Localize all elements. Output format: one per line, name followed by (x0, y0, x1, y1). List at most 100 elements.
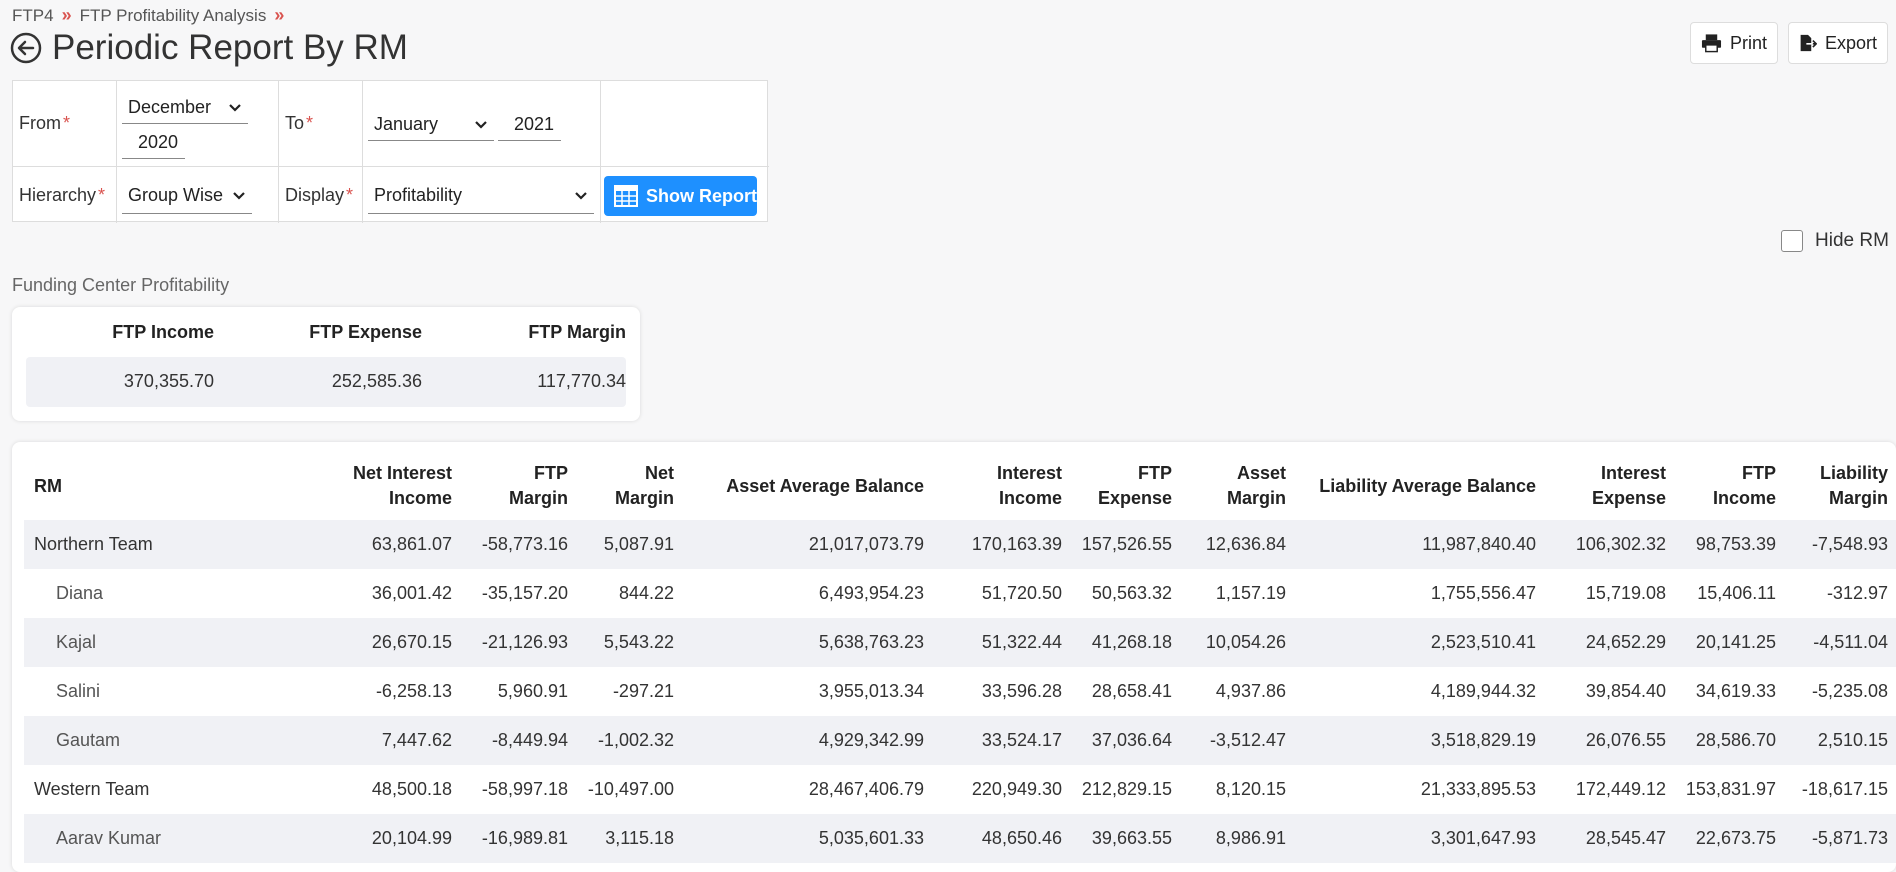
column-header[interactable]: FTP Income (1674, 452, 1784, 520)
to-year-input[interactable]: 2021 (498, 109, 561, 141)
column-header-text: Asset Average Balance (726, 475, 924, 496)
table-cell: 2,523,510.41 (1294, 618, 1544, 667)
ftp-margin-header: FTP Margin (528, 322, 626, 342)
from-label: From * (13, 81, 117, 167)
column-header-text: Net Interest (352, 463, 452, 483)
hierarchy-label: Hierarchy * (13, 167, 117, 223)
table-cell: 4,937.86 (1215, 681, 1286, 701)
chevron-down-icon (229, 103, 241, 112)
display-label: Display * (279, 167, 363, 223)
from-year-input[interactable]: 2020 (122, 127, 185, 159)
table-cell: 106,302.32 (1544, 520, 1674, 569)
from-month-value: December (128, 97, 212, 117)
table-cell: 4,929,342.99 (682, 716, 932, 765)
table-cell: 39,663.55 (1070, 814, 1180, 863)
column-header-text: Interest (996, 463, 1062, 483)
table-cell: 5,960.91 (497, 681, 568, 701)
hierarchy-select[interactable]: Group Wise (122, 178, 252, 214)
rm-name-cell: Diana (56, 583, 104, 603)
display-value: Profitability (374, 185, 463, 205)
table-cell: -35,157.20 (481, 583, 568, 603)
table-cell: -58,773.16 (460, 520, 576, 569)
table-row[interactable]: Northern Team 63,861.07 -58,773.16 5,087.91… (24, 520, 1896, 569)
table-cell: -5,235.08 (1811, 681, 1888, 701)
display-select[interactable]: Profitability (368, 178, 594, 214)
table-cell: -58,997.18 (481, 779, 568, 799)
back-arrow-icon[interactable] (10, 32, 42, 64)
column-header-text: Expense (1097, 488, 1172, 508)
table-row[interactable]: Gautam 7,447.62 -8,449.94 -1,002.32 4,929,34… (24, 716, 1896, 765)
column-header[interactable]: Liability Margin (1784, 452, 1896, 520)
to-month-select[interactable]: January (368, 109, 494, 141)
table-cell: 2,510.15 (1784, 716, 1896, 765)
team-name-cell: Western Team (34, 779, 150, 799)
table-cell: 39,854.40 (1585, 681, 1666, 701)
table-cell: 6,493,954.23 (818, 583, 924, 603)
breadcrumb-item-ftp-profitability[interactable]: FTP Profitability Analysis (80, 6, 267, 26)
column-header[interactable]: Net Interest Income (276, 452, 460, 520)
table-cell: 12,636.84 (1180, 520, 1294, 569)
table-cell: 20,104.99 (276, 814, 460, 863)
table-row[interactable]: Aarav Kumar 20,104.99 -16,989.81 3,115.18 5,… (24, 814, 1896, 863)
column-header-text: FTP (1742, 463, 1776, 483)
table-cell: 98,753.39 (1674, 520, 1784, 569)
hide-rm-label: Hide RM (1815, 230, 1889, 251)
table-cell: 212,829.15 (1081, 779, 1172, 799)
column-header[interactable]: Interest Income (932, 452, 1070, 520)
from-month-select[interactable]: December (122, 92, 248, 124)
table-cell: 22,673.75 (1674, 814, 1784, 863)
export-button[interactable]: Export (1788, 22, 1888, 64)
column-header[interactable]: Asset Margin (1180, 452, 1294, 520)
column-header-text: Liability (1819, 463, 1888, 483)
table-cell: 37,036.64 (1070, 716, 1180, 765)
print-label: Print (1729, 32, 1767, 53)
table-cell: 26,670.15 (276, 618, 460, 667)
table-cell: -4,511.04 (1784, 618, 1896, 667)
printer-icon (1701, 34, 1722, 53)
table-cell: 48,650.46 (932, 814, 1070, 863)
column-header[interactable]: Interest Expense (1544, 452, 1674, 520)
table-cell: -5,871.73 (1784, 814, 1896, 863)
table-cell: -312.97 (1826, 583, 1888, 603)
table-row[interactable]: Salini -6,258.13 5,960.91 -297.21 3,955,013.… (24, 667, 1896, 716)
table-cell: 33,524.17 (932, 716, 1070, 765)
table-row[interactable]: Diana 36,001.42 -35,157.20 844.22 6,493,954.… (24, 569, 1896, 618)
table-cell: 34,619.33 (1695, 681, 1776, 701)
ftp-margin-value: 117,770.34 (537, 371, 626, 391)
show-report-button[interactable]: Show Report (604, 176, 757, 216)
breadcrumb-separator-icon: » (61, 5, 72, 25)
table-row[interactable]: Kajal 26,670.15 -21,126.93 5,543.22 5,638,76… (24, 618, 1896, 667)
column-header-text: Margin (1226, 488, 1286, 508)
hide-rm-checkbox[interactable] (1781, 230, 1803, 252)
table-cell: 1,755,556.47 (1430, 583, 1536, 603)
column-header[interactable]: FTP Margin (460, 452, 576, 520)
rm-report-table: RM Net Interest Income FTP Margin Net Margin As… (24, 452, 1896, 863)
column-header[interactable]: Net Margin (576, 452, 682, 520)
hide-rm-toggle[interactable]: Hide RM (1781, 230, 1889, 252)
chevron-down-icon (475, 120, 487, 129)
breadcrumb-separator-icon: » (274, 5, 285, 25)
column-header[interactable]: Liability Average Balance (1294, 452, 1544, 520)
breadcrumb-item-ftp4[interactable]: FTP4 (12, 6, 54, 26)
ftp-income-header: FTP Income (112, 322, 214, 342)
table-cell: -18,617.15 (1801, 779, 1888, 799)
table-cell: 3,115.18 (576, 814, 682, 863)
table-cell: -3,512.47 (1180, 716, 1294, 765)
column-header[interactable]: FTP Expense (1070, 452, 1180, 520)
table-cell: -7,548.93 (1784, 520, 1896, 569)
column-header-text: Asset (1236, 463, 1286, 483)
table-cell: 20,141.25 (1674, 618, 1784, 667)
table-cell: 51,322.44 (932, 618, 1070, 667)
table-cell: 21,333,895.53 (1420, 779, 1536, 799)
table-cell: 5,035,601.33 (682, 814, 932, 863)
table-row[interactable]: Western Team 48,500.18 -58,997.18 -10,497.0… (24, 765, 1896, 814)
column-header[interactable]: RM (24, 452, 276, 520)
table-cell: 41,268.18 (1070, 618, 1180, 667)
table-cell: 8,120.15 (1215, 779, 1286, 799)
to-month-value: January (374, 114, 439, 134)
print-button[interactable]: Print (1690, 22, 1778, 64)
column-header-text: Interest (1600, 463, 1666, 483)
table-cell: 63,861.07 (276, 520, 460, 569)
hierarchy-value: Group Wise (128, 185, 224, 205)
column-header[interactable]: Asset Average Balance (682, 452, 932, 520)
